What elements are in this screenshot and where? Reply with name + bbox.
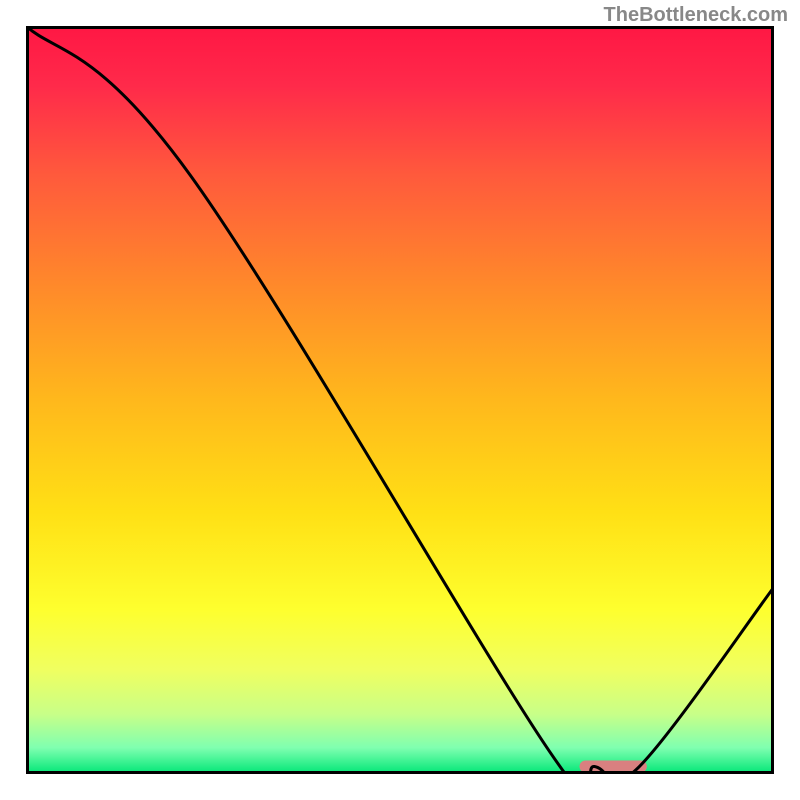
watermark-text: TheBottleneck.com (604, 4, 788, 27)
bottleneck-chart (26, 26, 774, 774)
gradient-background (26, 26, 774, 774)
chart-svg (26, 26, 774, 774)
